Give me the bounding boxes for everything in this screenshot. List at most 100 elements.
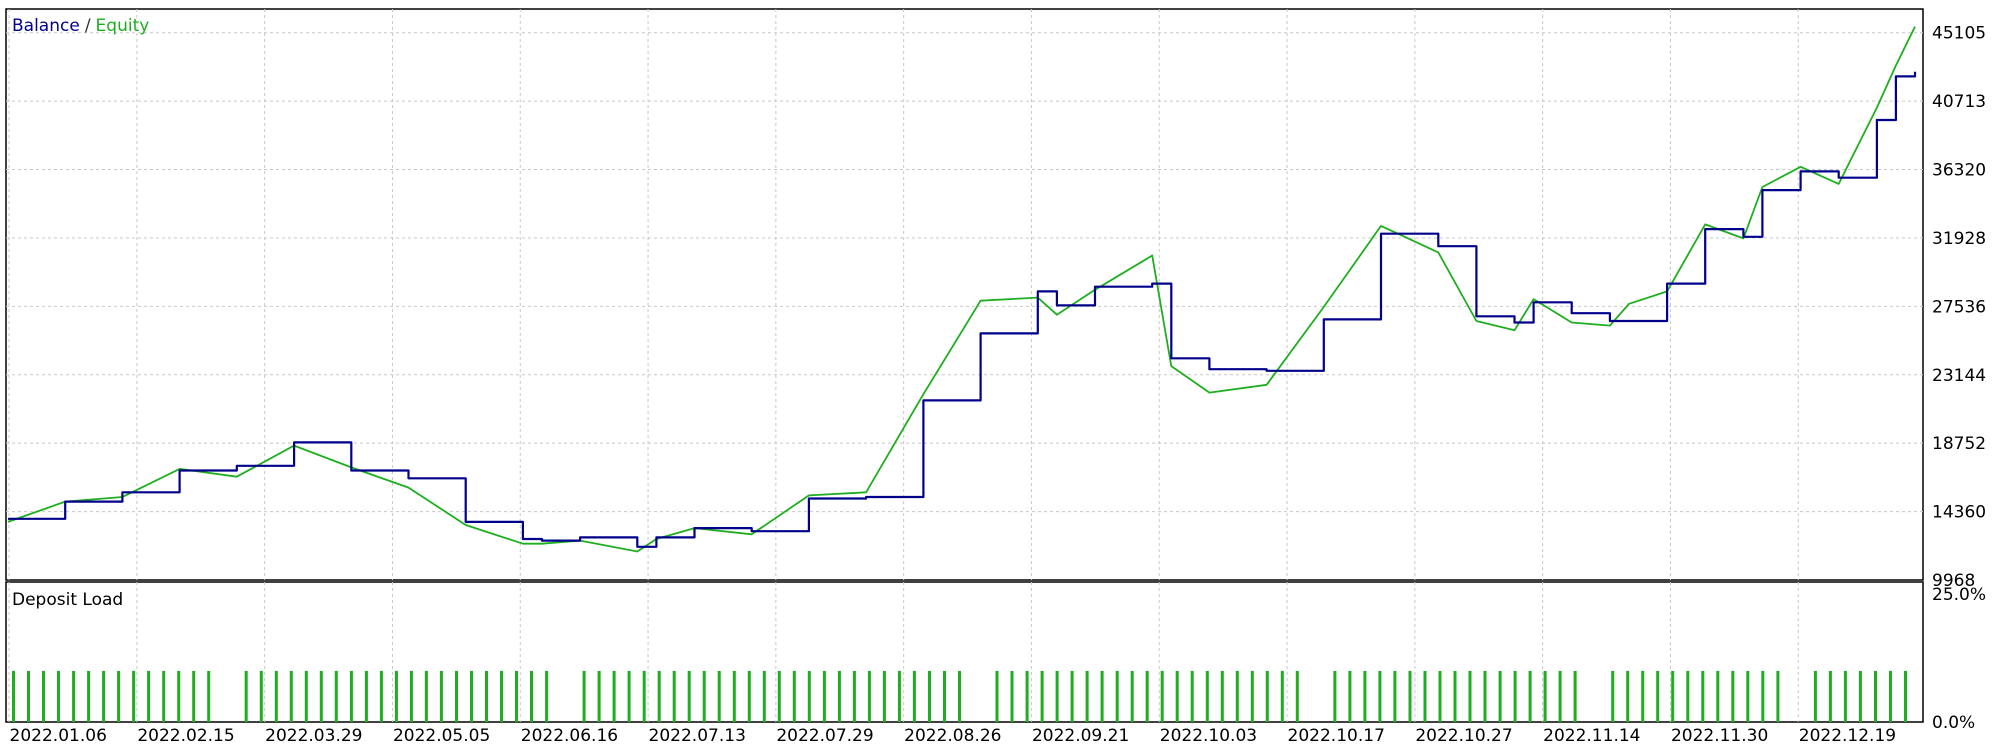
deposit-load-bar xyxy=(1175,670,1179,722)
y-tick-label: 23144 xyxy=(1932,366,1986,386)
deposit-load-bar xyxy=(582,670,586,722)
deposit-load-bar xyxy=(1250,670,1254,722)
deposit-load-bar xyxy=(1889,670,1892,722)
deposit-load-bar xyxy=(1483,670,1487,722)
deposit-load-bar xyxy=(1813,670,1817,722)
deposit-load-min-label: 0.0% xyxy=(1932,713,1975,733)
deposit-load-bar xyxy=(627,670,631,722)
deposit-load-bar xyxy=(1731,670,1735,722)
deposit-load-bar xyxy=(1100,670,1104,722)
deposit-load-bar xyxy=(87,670,91,722)
x-tick-label: 2022.06.16 xyxy=(521,726,618,746)
x-tick-label: 2022.11.14 xyxy=(1543,726,1640,746)
deposit-load-bar xyxy=(1843,670,1847,722)
legend-equity-label: Equity xyxy=(96,16,150,36)
deposit-load-bar xyxy=(897,670,901,722)
deposit-load-bar xyxy=(515,670,518,722)
deposit-load-bar xyxy=(1378,670,1382,722)
x-tick-label: 2022.05.05 xyxy=(393,726,490,746)
deposit-load-bar xyxy=(777,670,781,722)
deposit-load-bar xyxy=(1295,670,1299,722)
deposit-load-bar xyxy=(1468,670,1472,722)
deposit-load-bar xyxy=(72,670,76,722)
deposit-load-bar xyxy=(207,670,211,722)
x-tick-label: 2022.10.17 xyxy=(1288,726,1385,746)
deposit-load-bar xyxy=(485,670,488,722)
deposit-load-bar xyxy=(672,670,676,722)
deposit-load-bar xyxy=(612,670,616,722)
deposit-load-bar xyxy=(27,670,30,722)
deposit-load-bar xyxy=(1333,670,1337,722)
deposit-load-bar xyxy=(1746,670,1750,722)
x-tick-label: 2022.03.29 xyxy=(265,726,362,746)
y-tick-label: 18752 xyxy=(1932,434,1986,454)
deposit-load-bar xyxy=(943,670,946,722)
deposit-load-bar xyxy=(807,670,811,722)
deposit-load-bar xyxy=(259,670,263,722)
deposit-load-bar xyxy=(867,670,871,722)
deposit-load-bar xyxy=(1498,670,1502,722)
x-tick-label: 2022.08.26 xyxy=(904,726,1001,746)
deposit-load-bar xyxy=(132,670,136,722)
deposit-load-bar xyxy=(1513,670,1517,722)
deposit-load-bar xyxy=(12,670,15,722)
x-tick-label: 2022.12.19 xyxy=(1799,726,1896,746)
deposit-load-bar xyxy=(500,670,503,722)
deposit-load-bar xyxy=(192,670,196,722)
deposit-load-bar xyxy=(642,670,646,722)
deposit-load-bar xyxy=(274,670,278,722)
deposit-load-bar xyxy=(177,670,181,722)
deposit-load-bar xyxy=(1611,670,1615,722)
x-tick-label: 2022.09.21 xyxy=(1032,726,1129,746)
x-tick-label: 2022.01.06 xyxy=(10,726,107,746)
y-tick-label: 31928 xyxy=(1932,229,1986,249)
y-tick-label: 36320 xyxy=(1932,161,1986,181)
deposit-load-bar xyxy=(1205,670,1209,722)
deposit-load-bar xyxy=(928,670,931,722)
deposit-load-bar xyxy=(364,670,368,722)
x-tick-label: 2022.07.13 xyxy=(649,726,746,746)
deposit-load-bar xyxy=(334,670,338,722)
deposit-load-bar xyxy=(1115,670,1119,722)
deposit-load-bar xyxy=(717,670,721,722)
deposit-load-bar xyxy=(470,670,473,722)
deposit-load-bar xyxy=(1010,670,1014,722)
deposit-load-bar xyxy=(530,670,533,722)
deposit-load-bar xyxy=(1671,670,1675,722)
deposit-load-bar xyxy=(792,670,796,722)
deposit-load-bar xyxy=(1408,670,1412,722)
deposit-load-bar xyxy=(379,670,383,722)
deposit-load-bar xyxy=(57,670,60,722)
deposit-load-bar xyxy=(1701,670,1705,722)
deposit-load-bar xyxy=(1070,670,1074,722)
deposit-load-bar xyxy=(1423,670,1427,722)
deposit-load-bar xyxy=(1040,670,1044,722)
deposit-load-bar xyxy=(1874,670,1877,722)
deposit-load-bar xyxy=(1558,670,1562,722)
main-plot-frame xyxy=(5,8,1924,581)
deposit-load-bar xyxy=(1025,670,1029,722)
legend-separator: / xyxy=(85,16,91,36)
chart-root: 45105 40713 36320 31928 27536 23144 18752 14360… xyxy=(0,0,2016,746)
deposit-load-bar xyxy=(117,670,121,722)
deposit-load-bar xyxy=(102,670,106,722)
deposit-load-bar xyxy=(394,670,398,722)
deposit-load-bar xyxy=(747,670,751,722)
deposit-load-bar xyxy=(1761,670,1765,722)
deposit-load-bar xyxy=(852,670,856,722)
x-tick-label: 2022.10.27 xyxy=(1415,726,1512,746)
x-tick-label: 2022.10.03 xyxy=(1160,726,1257,746)
deposit-load-bar xyxy=(1220,670,1224,722)
y-tick-label: 27536 xyxy=(1932,297,1986,317)
deposit-load-bar xyxy=(1055,670,1059,722)
deposit-load-bar xyxy=(1776,670,1780,722)
deposit-load-bar xyxy=(1348,670,1352,722)
deposit-load-bar xyxy=(545,670,549,722)
deposit-load-bar xyxy=(1235,670,1239,722)
deposit-load-bar xyxy=(1528,670,1532,722)
deposit-load-title: Deposit Load xyxy=(12,590,123,610)
deposit-load-bar xyxy=(822,670,826,722)
deposit-load-bar xyxy=(837,670,841,722)
deposit-load-bar xyxy=(1453,670,1457,722)
deposit-load-bar xyxy=(1904,670,1907,722)
